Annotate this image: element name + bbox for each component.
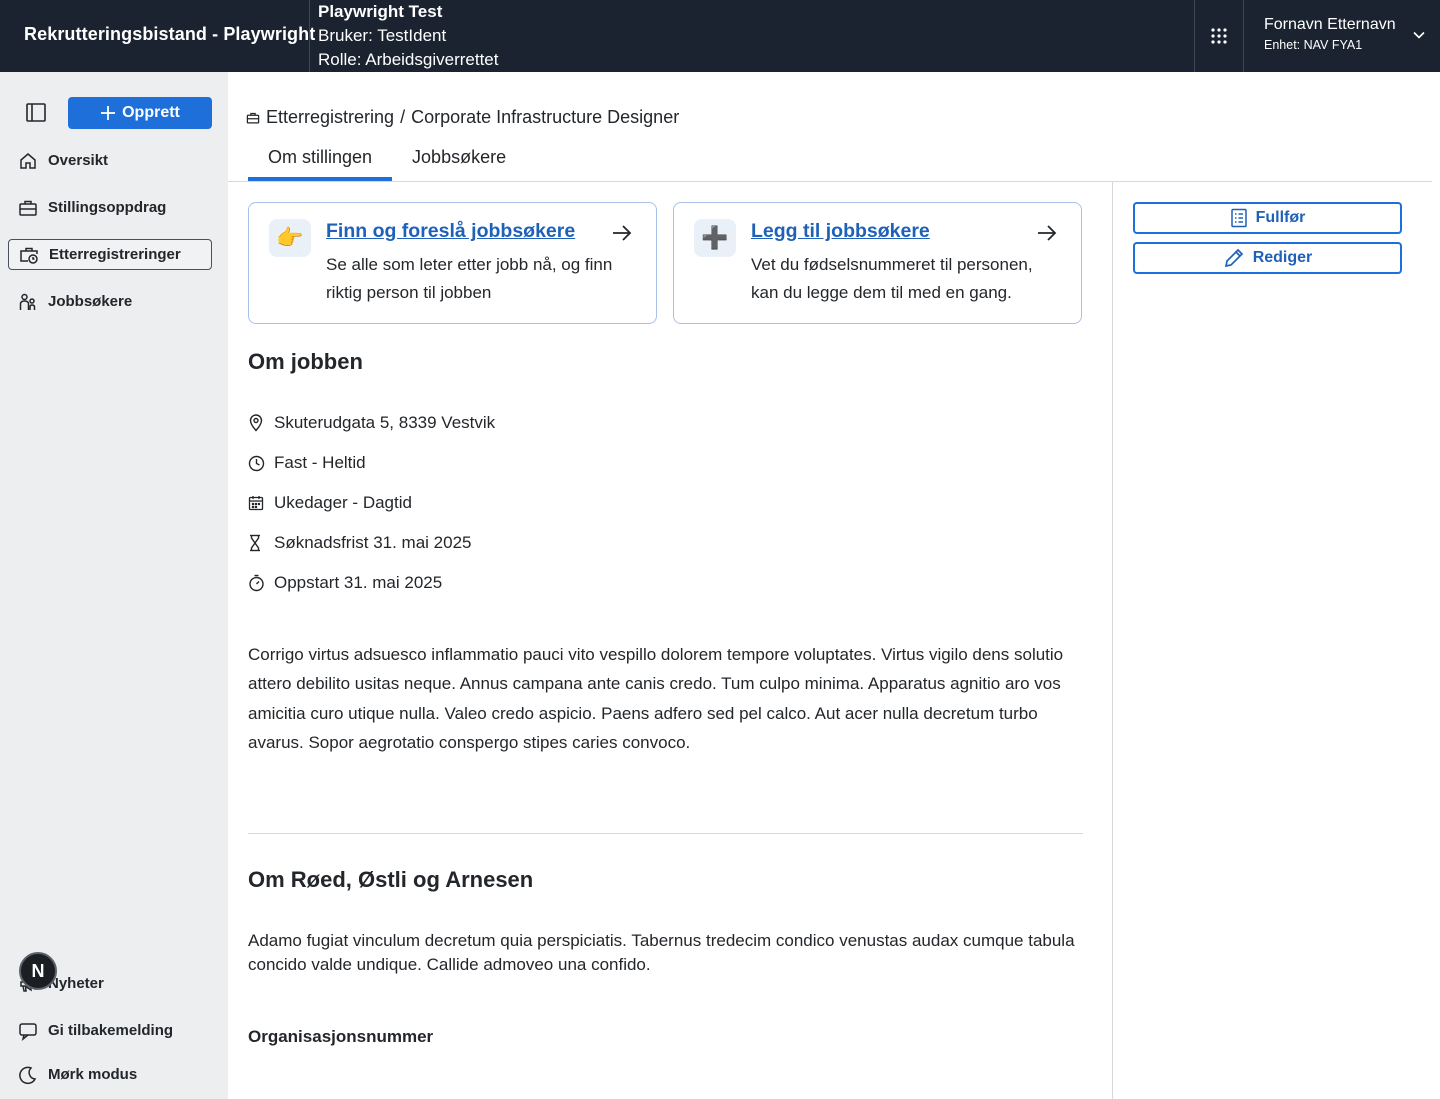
- tab-om-stillingen[interactable]: Om stillingen: [248, 143, 393, 181]
- tab-list: Om stillingen Jobbsøkere: [248, 143, 526, 181]
- complete-button[interactable]: Fullfør: [1133, 202, 1402, 234]
- briefcase-clock-icon: [9, 245, 49, 265]
- sidebar-item-stillingsoppdrag[interactable]: Stillingsoppdrag: [8, 192, 212, 223]
- fact-location: Skuterudgata 5, 8339 Vestvik: [248, 403, 495, 443]
- plus-icon: [101, 106, 116, 120]
- sidebar-item-label: Gi tilbakemelding: [48, 1022, 174, 1039]
- briefcase-clock-icon: [246, 112, 260, 124]
- sidebar-item-label: Jobbsøkere: [48, 293, 133, 310]
- stopwatch-icon: [248, 574, 274, 592]
- pointing-hand-icon: 👉: [269, 219, 311, 257]
- user-name: Fornavn Etternavn: [1264, 16, 1396, 33]
- people-icon: [8, 292, 48, 312]
- sidebar-item-label: Stillingsoppdrag: [48, 199, 167, 216]
- edit-label: Rediger: [1252, 249, 1313, 266]
- complete-label: Fullfør: [1255, 209, 1306, 226]
- test-role: Rolle: Arbeidsgiverrettet: [318, 50, 499, 69]
- section-heading-job: Om jobben: [248, 349, 363, 374]
- card-add-candidates[interactable]: ➕ Legg til jobbsøkere Vet du fødselsnumm…: [673, 202, 1082, 324]
- fact-deadline: Søknadsfrist 31. mai 2025: [248, 523, 495, 563]
- clock-icon: [248, 455, 274, 472]
- apps-menu-button[interactable]: [1196, 0, 1242, 72]
- create-label: Opprett: [122, 104, 180, 121]
- user-unit: Enhet: NAV FYA1: [1264, 38, 1363, 52]
- job-description: Corrigo virtus adsuesco inflammatio pauc…: [248, 645, 1064, 752]
- chat-icon: [8, 1021, 48, 1041]
- sidebar-item-label: Mørk modus: [48, 1066, 138, 1083]
- moon-icon: [8, 1065, 48, 1085]
- checklist-icon: [1230, 208, 1247, 228]
- house-icon: [8, 151, 48, 171]
- divider: [248, 833, 1083, 834]
- app-title[interactable]: Rekrutteringsbistand - Playwright: [24, 24, 315, 45]
- main-panel: Etterregistrering / Corporate Infrastruc…: [228, 81, 1432, 1099]
- fact-working-hours: Ukedager - Dagtid: [248, 483, 495, 523]
- test-info: Playwright Test Bruker: TestIdent Rolle:…: [318, 0, 498, 72]
- card-title[interactable]: Finn og foreslå jobbsøkere: [326, 220, 575, 243]
- sidebar-item-etterregistreringer[interactable]: Etterregistreringer: [8, 239, 212, 270]
- card-find-candidates[interactable]: 👉 Finn og foreslå jobbsøkere Se alle som…: [248, 202, 657, 324]
- chevron-down-icon: [1413, 31, 1425, 39]
- breadcrumb-section[interactable]: Etterregistrering: [266, 107, 394, 128]
- fact-start: Oppstart 31. mai 2025: [248, 563, 495, 603]
- plus-icon: ➕: [694, 219, 736, 257]
- divider: [309, 0, 310, 72]
- calendar-icon: [248, 495, 274, 511]
- sidebar-toggle-button[interactable]: [22, 102, 50, 129]
- card-description: Se alle som leter etter jobb nå, og finn…: [326, 255, 613, 302]
- arrow-right-icon: [1038, 225, 1057, 241]
- user-menu[interactable]: Fornavn Etternavn Enhet: NAV FYA1: [1244, 0, 1440, 72]
- sidebar: Opprett Oversikt Stillingsoppdrag Etterr…: [0, 72, 228, 1099]
- sidebar-item-label: Oversikt: [48, 152, 109, 169]
- sidebar-item-label: Nyheter: [48, 975, 104, 992]
- hourglass-icon: [248, 534, 274, 552]
- divider: [1194, 0, 1195, 72]
- divider: [1112, 181, 1113, 1099]
- pencil-icon: [1224, 248, 1243, 268]
- job-facts: Skuterudgata 5, 8339 Vestvik Fast - Helt…: [248, 403, 495, 603]
- section-heading-employer: Om Røed, Østli og Arnesen: [248, 867, 534, 892]
- breadcrumb: Etterregistrering / Corporate Infrastruc…: [246, 107, 679, 128]
- sidebar-item-oversikt[interactable]: Oversikt: [8, 145, 212, 176]
- fact-employment-type: Fast - Heltid: [248, 443, 495, 483]
- card-title[interactable]: Legg til jobbsøkere: [751, 220, 930, 243]
- edit-button[interactable]: Rediger: [1133, 242, 1402, 274]
- grid-icon: [1211, 28, 1227, 44]
- create-button[interactable]: Opprett: [68, 97, 212, 129]
- sidebar-item-feedback[interactable]: Gi tilbakemelding: [8, 1015, 212, 1046]
- sidebar-item-jobbsokere[interactable]: Jobbsøkere: [8, 286, 212, 317]
- arrow-right-icon: [613, 225, 632, 241]
- location-pin-icon: [248, 414, 274, 432]
- employer-description: Adamo fugiat vinculum decretum quia pers…: [248, 931, 1075, 974]
- test-user: Bruker: TestIdent: [318, 26, 447, 45]
- briefcase-icon: [8, 198, 48, 218]
- org-number-label: Organisasjonsnummer: [248, 1027, 434, 1046]
- divider: [228, 181, 1432, 182]
- test-title: Playwright Test: [318, 2, 443, 21]
- avatar[interactable]: N: [19, 952, 57, 990]
- breadcrumb-separator: /: [400, 107, 406, 127]
- sidebar-toggle-icon: [26, 103, 46, 122]
- card-description: Vet du fødselsnummeret til personen, kan…: [751, 255, 1033, 302]
- sidebar-item-label: Etterregistreringer: [49, 246, 181, 263]
- sidebar-item-dark-mode[interactable]: Mørk modus: [8, 1059, 212, 1090]
- page-title: Corporate Infrastructure Designer: [411, 107, 680, 127]
- top-bar: Rekrutteringsbistand - Playwright Playwr…: [0, 0, 1440, 72]
- tab-jobbsokere[interactable]: Jobbsøkere: [392, 143, 526, 181]
